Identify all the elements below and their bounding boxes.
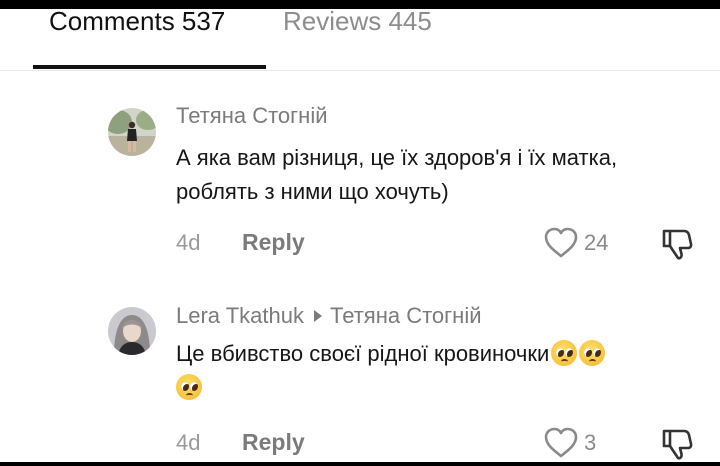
thumbs-down-icon (662, 429, 693, 460)
comment-text: А яка вам різниця, це їх здоров'я і їх м… (176, 141, 696, 209)
dislike-button[interactable] (660, 227, 694, 266)
comment-author[interactable]: Тетяна Стогній (176, 103, 328, 129)
reply-button[interactable]: Reply (242, 429, 305, 455)
bottom-edge (0, 462, 720, 466)
heart-icon (544, 227, 578, 258)
comment-text-body: Це вбивство своєї рідної кровиночки (176, 341, 550, 366)
heart-icon (544, 427, 578, 458)
tab-reviews[interactable]: Reviews 445 (283, 6, 432, 36)
avatar-photo-icon (108, 307, 156, 355)
active-tab-indicator (33, 65, 266, 69)
reply-to-author[interactable]: Тетяна Стогній (330, 303, 482, 328)
tab-bar: Comments 537 Reviews 445 (0, 0, 720, 71)
comment-time: 4d (176, 230, 201, 255)
reply-button[interactable]: Reply (242, 229, 305, 255)
comment-text: Це вбивство своєї рідної кровиночки (176, 337, 696, 405)
comment-author-line: Lera Tkathuk Тетяна Стогній (176, 303, 482, 329)
like-button[interactable]: 24 (544, 227, 608, 259)
comment-author[interactable]: Lera Tkathuk (176, 303, 304, 328)
pleading-face-emoji-icon (176, 374, 202, 400)
avatar[interactable] (108, 307, 156, 355)
like-button[interactable]: 3 (544, 427, 596, 459)
comment-text-body: А яка вам різниця, це їх здоров'я і їх м… (176, 145, 618, 204)
reply-arrow-icon (314, 310, 323, 323)
avatar[interactable] (108, 108, 156, 156)
thumbs-down-icon (662, 229, 693, 260)
pleading-face-emoji-icon (579, 340, 606, 366)
like-count: 3 (584, 430, 597, 455)
dislike-button[interactable] (660, 427, 694, 466)
avatar-photo-icon (108, 108, 156, 156)
comment-time: 4d (176, 430, 201, 455)
tab-comments[interactable]: Comments 537 (49, 6, 225, 36)
pleading-face-emoji-icon (551, 340, 578, 366)
like-count: 24 (584, 230, 609, 255)
